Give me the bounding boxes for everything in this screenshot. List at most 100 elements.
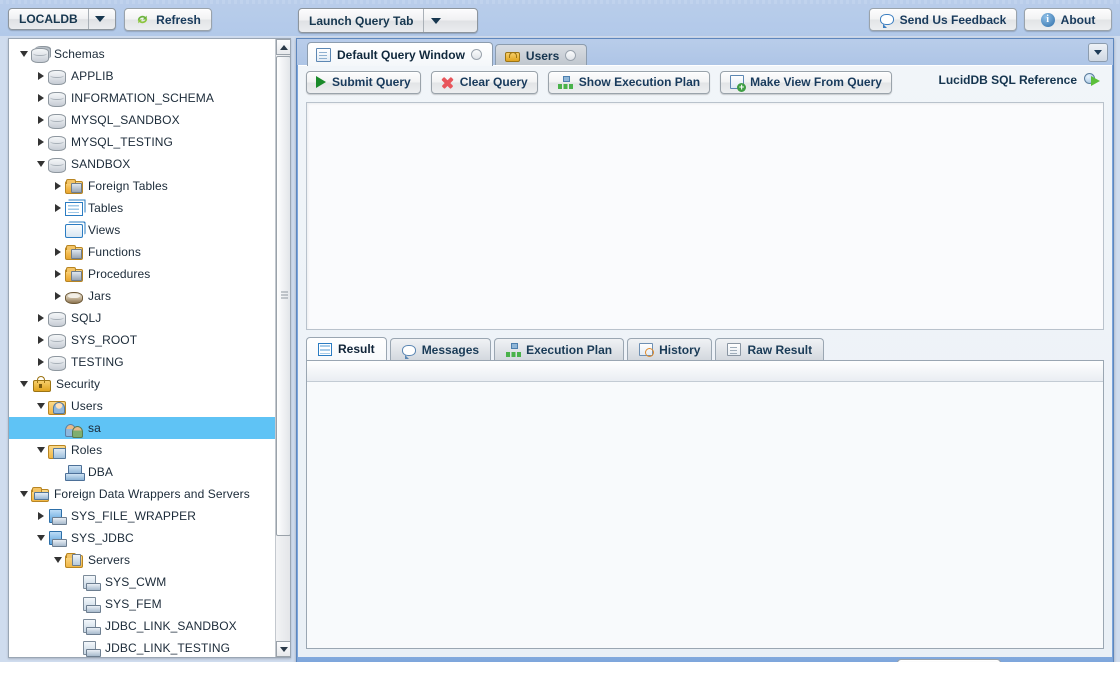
tree-node[interactable]: sa <box>9 417 281 439</box>
foreign-tables-folder-icon <box>65 181 83 194</box>
tree-expander-closed-icon[interactable] <box>51 197 65 219</box>
database-selector-value: LOCALDB <box>9 9 88 29</box>
tree-node[interactable]: Tables <box>9 197 281 219</box>
result-tab[interactable]: Raw Result <box>715 338 824 360</box>
tree-node[interactable]: MYSQL_TESTING <box>9 131 281 153</box>
clear-query-button[interactable]: Clear Query <box>431 71 538 94</box>
tree-expander-closed-icon[interactable] <box>34 65 48 87</box>
tree-node[interactable]: Users <box>9 395 281 417</box>
tree-expander-closed-icon[interactable] <box>34 87 48 109</box>
tree-expander-closed-icon[interactable] <box>34 307 48 329</box>
tree-node-label: SYS_FEM <box>105 597 162 611</box>
tree-node-label: SYS_CWM <box>105 575 166 589</box>
result-grid-header <box>307 361 1103 382</box>
tree-expander-closed-icon[interactable] <box>51 241 65 263</box>
workspace-tab[interactable]: Default Query Window <box>307 42 493 66</box>
tree-node[interactable]: SYS_FILE_WRAPPER <box>9 505 281 527</box>
tree-node[interactable]: APPLIB <box>9 65 281 87</box>
sql-reference-link[interactable]: LucidDB SQL Reference <box>939 73 1100 87</box>
schema-tree[interactable]: Schemas APPLIB INFORMATION_SCHEMAMYSQL_SAN… <box>9 39 281 657</box>
tree-node[interactable]: INFORMATION_SCHEMA <box>9 87 281 109</box>
tree-expander-closed-icon[interactable] <box>34 351 48 373</box>
tree-expander-closed-icon[interactable] <box>34 131 48 153</box>
tree-expander-closed-icon[interactable] <box>34 505 48 527</box>
tree-expander-open-icon[interactable] <box>17 483 31 505</box>
refresh-button[interactable]: Refresh <box>124 8 212 31</box>
workspace-tab-strip[interactable]: Default Query WindowUsers <box>297 39 1113 65</box>
tree-node[interactable]: Schemas <box>9 43 281 65</box>
tree-node[interactable]: Foreign Data Wrappers and Servers <box>9 483 281 505</box>
tree-expander-closed-icon[interactable] <box>51 285 65 307</box>
scroll-up-button[interactable] <box>276 39 291 55</box>
submit-query-button[interactable]: Submit Query <box>306 71 421 94</box>
tree-expander-open-icon[interactable] <box>17 43 31 65</box>
tree-node[interactable]: JDBC_LINK_TESTING <box>9 637 281 657</box>
tree-expander-open-icon[interactable] <box>51 549 65 571</box>
tree-node[interactable]: Functions <box>9 241 281 263</box>
tree-node[interactable]: Roles <box>9 439 281 461</box>
tree-expander-closed-icon[interactable] <box>51 263 65 285</box>
tab-close-icon[interactable] <box>565 50 576 61</box>
tree-node-label: Procedures <box>88 267 150 281</box>
result-grid[interactable] <box>306 361 1104 649</box>
tree-node[interactable]: Foreign Tables <box>9 175 281 197</box>
tree-node[interactable]: JDBC_LINK_SANDBOX <box>9 615 281 637</box>
tree-expander-closed-icon[interactable] <box>51 175 65 197</box>
make-view-from-query-button[interactable]: Make View From Query <box>720 71 892 94</box>
tree-vertical-scrollbar[interactable] <box>275 39 290 657</box>
sql-editor[interactable] <box>306 102 1104 330</box>
tables-icon <box>65 202 83 216</box>
tree-node[interactable]: SYS_CWM <box>9 571 281 593</box>
tree-node[interactable]: Servers <box>9 549 281 571</box>
launch-query-tab-selector[interactable]: Launch Query Tab <box>298 8 478 33</box>
tree-node[interactable]: SYS_FEM <box>9 593 281 615</box>
tree-node[interactable]: TESTING <box>9 351 281 373</box>
tree-node[interactable]: SYS_ROOT <box>9 329 281 351</box>
tab-close-icon[interactable] <box>471 49 482 60</box>
query-workspace-panel: Default Query WindowUsers Submit Query C… <box>296 38 1114 684</box>
submit-query-label: Submit Query <box>332 75 411 89</box>
tree-node[interactable]: Jars <box>9 285 281 307</box>
show-execution-plan-button[interactable]: Show Execution Plan <box>548 71 710 94</box>
about-button[interactable]: i About <box>1024 8 1112 31</box>
tree-node-label: SANDBOX <box>71 157 130 171</box>
tree-node[interactable]: SANDBOX <box>9 153 281 175</box>
tree-node-label: sa <box>88 421 101 435</box>
result-tab[interactable]: Execution Plan <box>494 338 624 360</box>
tree-node[interactable]: DBA <box>9 461 281 483</box>
tree-node[interactable]: Security <box>9 373 281 395</box>
database-icon <box>48 70 66 85</box>
refresh-button-label: Refresh <box>156 13 201 27</box>
tree-expander-open-icon[interactable] <box>34 395 48 417</box>
workspace-tab[interactable]: Users <box>495 44 587 66</box>
tree-node[interactable]: SQLJ <box>9 307 281 329</box>
tree-expander-closed-icon[interactable] <box>34 329 48 351</box>
result-tab[interactable]: Messages <box>390 338 491 360</box>
sql-editor-input[interactable] <box>307 103 1103 329</box>
tree-node[interactable]: MYSQL_SANDBOX <box>9 109 281 131</box>
tree-node-label: SYS_JDBC <box>71 531 134 545</box>
tree-node-label: DBA <box>88 465 113 479</box>
scroll-down-button[interactable] <box>276 641 291 657</box>
tree-expander-open-icon[interactable] <box>34 527 48 549</box>
default-query-window-content: Submit Query Clear Query Show Execution … <box>298 65 1112 657</box>
tree-node-label: APPLIB <box>71 69 114 83</box>
scrollbar-thumb[interactable] <box>276 56 291 536</box>
tree-expander-none <box>68 615 82 637</box>
execution-plan-icon <box>506 343 520 357</box>
result-tab-strip[interactable]: ResultMessagesExecution PlanHistoryRaw R… <box>306 338 1104 361</box>
tree-node[interactable]: Views <box>9 219 281 241</box>
tree-expander-closed-icon[interactable] <box>34 109 48 131</box>
tree-expander-open-icon[interactable] <box>34 439 48 461</box>
tree-node[interactable]: Procedures <box>9 263 281 285</box>
tree-node[interactable]: SYS_JDBC <box>9 527 281 549</box>
database-selector[interactable]: LOCALDB <box>8 8 116 30</box>
chevron-down-icon[interactable] <box>88 9 112 29</box>
chevron-down-icon[interactable] <box>423 9 447 32</box>
tree-expander-open-icon[interactable] <box>34 153 48 175</box>
send-feedback-button[interactable]: Send Us Feedback <box>869 8 1017 31</box>
tab-overflow-menu-button[interactable] <box>1088 43 1108 62</box>
result-tab[interactable]: History <box>627 338 712 360</box>
tree-expander-open-icon[interactable] <box>17 373 31 395</box>
result-tab[interactable]: Result <box>306 337 387 360</box>
